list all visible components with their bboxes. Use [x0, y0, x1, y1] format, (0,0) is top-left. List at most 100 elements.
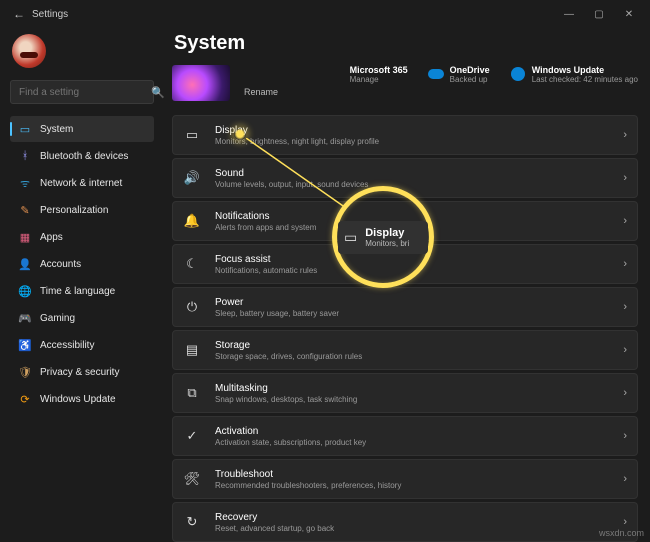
status-sub: Last checked: 42 minutes ago [532, 75, 638, 84]
sidebar-item-time-language[interactable]: 🌐 Time & language [10, 278, 154, 304]
row-subtitle: Recommended troubleshooters, preferences… [215, 481, 609, 490]
sidebar-item-label: Windows Update [40, 394, 116, 405]
sidebar-item-label: Personalization [40, 205, 108, 216]
settings-row-focus-assist[interactable]: ☾ Focus assistNotifications, automatic ru… [172, 244, 638, 284]
row-subtitle: Notifications, automatic rules [215, 266, 609, 275]
sidebar-item-label: Privacy & security [40, 367, 119, 378]
display-icon: ▭ [183, 127, 201, 143]
chevron-right-icon: › [623, 473, 627, 485]
sidebar-item-label: Time & language [40, 286, 115, 297]
row-subtitle: Alerts from apps and system [215, 223, 609, 232]
watermark: wsxdn.com [599, 528, 644, 538]
troubleshoot-icon: 🛠 [183, 471, 201, 487]
pc-thumbnail[interactable] [172, 65, 230, 101]
settings-row-sound[interactable]: 🔊 SoundVolume levels, output, input, soun… [172, 158, 638, 198]
system-icon: ▭ [18, 123, 32, 136]
avatar[interactable] [12, 34, 46, 68]
sidebar-item-network-internet[interactable]: ᯤ Network & internet [10, 170, 154, 196]
back-button[interactable]: ← [6, 7, 32, 21]
minimize-button[interactable]: — [554, 0, 584, 28]
row-subtitle: Reset, advanced startup, go back [215, 524, 609, 533]
sidebar-item-personalization[interactable]: ✎ Personalization [10, 197, 154, 223]
chevron-right-icon: › [623, 344, 627, 356]
windows-update-icon [510, 66, 526, 82]
chevron-right-icon: › [623, 129, 627, 141]
focus-assist-icon: ☾ [183, 256, 201, 272]
maximize-button[interactable]: ▢ [584, 0, 614, 28]
sidebar-item-label: Accessibility [40, 340, 94, 351]
settings-row-activation[interactable]: ✓ ActivationActivation state, subscriptio… [172, 416, 638, 456]
sidebar-item-label: Apps [40, 232, 63, 243]
status-title: OneDrive [450, 65, 490, 75]
sidebar-item-bluetooth-devices[interactable]: ᚼ Bluetooth & devices [10, 143, 154, 169]
row-subtitle: Sleep, battery usage, battery saver [215, 309, 609, 318]
sidebar-item-apps[interactable]: ▦ Apps [10, 224, 154, 250]
status-title: Windows Update [532, 65, 638, 75]
time-language-icon: 🌐 [18, 285, 32, 298]
row-title: Power [215, 297, 609, 308]
network-internet-icon: ᯤ [18, 176, 32, 191]
chevron-right-icon: › [623, 387, 627, 399]
status-onedrive[interactable]: OneDrive Backed up [428, 65, 490, 84]
settings-row-recovery[interactable]: ↻RecoveryReset, advanced startup, go bac… [172, 502, 638, 542]
chevron-right-icon: › [623, 516, 627, 528]
rename-link[interactable]: Rename [244, 87, 278, 97]
row-title: Activation [215, 426, 609, 437]
recovery-icon: ↻ [183, 514, 201, 530]
settings-row-troubleshoot[interactable]: 🛠 TroubleshootRecommended troubleshooters… [172, 459, 638, 499]
accounts-icon: 👤 [18, 258, 32, 271]
status-ms365[interactable]: Microsoft 365 Manage [328, 65, 408, 84]
sidebar-item-label: Network & internet [40, 178, 122, 189]
chevron-right-icon: › [623, 258, 627, 270]
row-title: Multitasking [215, 383, 609, 394]
bluetooth-devices-icon: ᚼ [18, 150, 32, 162]
row-subtitle: Volume levels, output, input, sound devi… [215, 180, 609, 189]
multitasking-icon: ⧉ [183, 385, 201, 401]
highlight-marker [234, 128, 246, 140]
sidebar-item-privacy-security[interactable]: 🛡Privacy & security [10, 359, 154, 385]
sound-icon: 🔊 [183, 170, 201, 186]
sidebar-item-label: Gaming [40, 313, 75, 324]
sidebar-item-label: Accounts [40, 259, 81, 270]
row-subtitle: Activation state, subscriptions, product… [215, 438, 609, 447]
status-sub: Manage [350, 75, 408, 84]
row-subtitle: Monitors, brightness, night light, displ… [215, 137, 609, 146]
settings-row-storage[interactable]: ▤ StorageStorage space, drives, configura… [172, 330, 638, 370]
sidebar-item-accounts[interactable]: 👤 Accounts [10, 251, 154, 277]
settings-row-multitasking[interactable]: ⧉ MultitaskingSnap windows, desktops, tas… [172, 373, 638, 413]
personalization-icon: ✎ [18, 204, 32, 217]
row-subtitle: Storage space, drives, configuration rul… [215, 352, 609, 361]
sidebar-item-system[interactable]: ▭ System [10, 116, 154, 142]
sidebar-item-accessibility[interactable]: ♿ Accessibility [10, 332, 154, 358]
window-title: Settings [32, 9, 68, 20]
search-box[interactable]: 🔍 [10, 80, 154, 104]
chevron-right-icon: › [623, 215, 627, 227]
gaming-icon: 🎮 [18, 312, 32, 325]
sidebar-item-label: System [40, 124, 73, 135]
row-title: Display [215, 125, 609, 136]
row-subtitle: Snap windows, desktops, task switching [215, 395, 609, 404]
sidebar-item-windows-update[interactable]: ⟳Windows Update [10, 386, 154, 412]
search-input[interactable] [19, 87, 151, 98]
row-title: Troubleshoot [215, 469, 609, 480]
status-sub: Backed up [450, 75, 490, 84]
sidebar-item-label: Bluetooth & devices [40, 151, 128, 162]
row-title: Notifications [215, 211, 609, 222]
sidebar-item-gaming[interactable]: 🎮 Gaming [10, 305, 154, 331]
status-title: Microsoft 365 [350, 65, 408, 75]
microsoft-365-icon [328, 66, 344, 82]
row-title: Focus assist [215, 254, 609, 265]
status-windows-update[interactable]: Windows Update Last checked: 42 minutes … [510, 65, 638, 84]
accessibility-icon: ♿ [18, 339, 32, 352]
chevron-right-icon: › [623, 430, 627, 442]
row-title: Storage [215, 340, 609, 351]
settings-row-notifications[interactable]: 🔔 NotificationsAlerts from apps and syste… [172, 201, 638, 241]
storage-icon: ▤ [183, 342, 201, 358]
activation-icon: ✓ [183, 428, 201, 444]
apps-icon: ▦ [18, 231, 32, 244]
notifications-icon: 🔔 [183, 213, 201, 229]
row-title: Sound [215, 168, 609, 179]
power-icon: ⏻ [183, 299, 201, 315]
close-button[interactable]: ✕ [614, 0, 644, 28]
settings-row-power[interactable]: ⏻ PowerSleep, battery usage, battery save… [172, 287, 638, 327]
